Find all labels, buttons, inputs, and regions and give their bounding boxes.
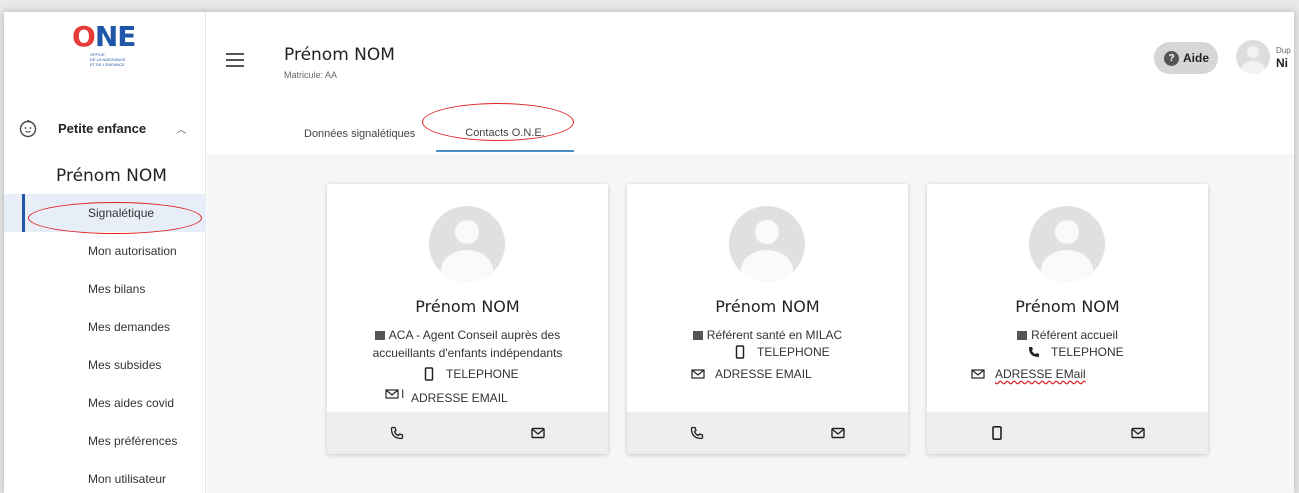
email-button[interactable] [768,412,909,454]
building-icon [692,331,703,340]
contact-email: ADRESSE EMAIL [411,391,508,405]
contact-phone-line: TELEPHONE [422,367,519,381]
user-avatar[interactable] [1236,40,1270,74]
help-label: Aide [1183,51,1210,65]
sidebar-item-aides-covid[interactable]: Mes aides covid [4,384,206,422]
page-title: Prénom NOM [284,45,395,65]
contact-role-text: ACA - Agent Conseil auprès des accueilla… [372,328,563,360]
matricule: Matricule: AA [284,70,338,80]
mail-icon [831,427,845,439]
mail-icon [531,427,545,439]
sidebar-person-name: Prénom NOM [56,166,167,186]
app-window: ONE OFFICE DE LA NAISSANCE ET DE L'ENFANCE… [4,12,1294,493]
contact-name: Prénom NOM [415,297,520,316]
mobile-icon [735,345,745,359]
contact-card: Prénom NOM Référent santé en MILAC TELEP… [627,184,908,454]
contact-role: ACA - Agent Conseil auprès des accueilla… [327,326,608,362]
sidebar-item-bilans[interactable]: Mes bilans [4,270,206,308]
sidebar-item-autorisation[interactable]: Mon autorisation [4,232,206,270]
contact-phone: TELEPHONE [1051,345,1124,359]
phone-icon [391,426,404,440]
contact-phone: TELEPHONE [757,345,830,359]
baby-icon [19,119,37,138]
logo-subtitle: OFFICE DE LA NAISSANCE ET DE L'ENFANCE [90,52,126,67]
contact-email-line: ADRESSE EMAIL [411,391,508,405]
contact-email-line: I [385,387,404,401]
user-name-bottom: Ni [1276,56,1288,70]
contact-email-line: ADRESSE EMAIL [691,367,812,381]
sidebar-item-utilisateur[interactable]: Mon utilisateur [4,460,206,493]
contact-role: Référent santé en MILAC [627,326,908,344]
one-logo[interactable]: ONE OFFICE DE LA NAISSANCE ET DE L'ENFANCE [72,22,136,74]
mobile-icon [424,367,434,381]
contact-email-line: ADRESSE EMail [971,367,1086,381]
help-button[interactable]: ? Aide [1154,42,1218,74]
contact-phone-line: TELEPHONE [1027,345,1124,359]
building-icon [374,331,385,340]
contact-phone: TELEPHONE [446,367,519,381]
contact-name: Prénom NOM [1015,297,1120,316]
tab-donnees-signaletiques[interactable]: Données signalétiques [294,116,426,152]
mail-icon [1131,427,1145,439]
contact-email-prefix: I [401,387,405,401]
contact-avatar [1029,206,1105,282]
sidebar-item-demandes[interactable]: Mes demandes [4,308,206,346]
phone-icon [1029,347,1039,357]
help-icon: ? [1164,50,1179,66]
mobile-icon [992,426,1003,440]
logo-text: ONE [72,20,136,53]
section-petite-enfance[interactable]: Petite enfance ︿ [4,114,206,142]
user-name-top: Dup [1276,46,1291,55]
mobile-button[interactable] [927,412,1068,454]
contact-card: Prénom NOM Référent accueil TELEPHONE AD… [927,184,1208,454]
annotation-circle [28,202,202,234]
contact-role-text: Référent accueil [1031,328,1118,342]
contact-name: Prénom NOM [715,297,820,316]
mail-icon [385,389,399,399]
sidebar-item-subsides[interactable]: Mes subsides [4,346,206,384]
call-button[interactable] [327,412,468,454]
contact-email: ADRESSE EMAIL [715,367,812,381]
phone-icon [691,426,704,440]
contact-avatar [729,206,805,282]
sidebar-nav: Signalétique Mon autorisation Mes bilans… [4,194,206,493]
mail-icon [971,369,985,379]
mail-icon [691,369,705,379]
contact-role: Référent accueil [927,326,1208,344]
card-actions [927,412,1208,454]
email-button[interactable] [1068,412,1209,454]
sidebar-item-preferences[interactable]: Mes préférences [4,422,206,460]
sidebar: ONE OFFICE DE LA NAISSANCE ET DE L'ENFANCE… [4,12,206,493]
chevron-up-icon[interactable]: ︿ [176,121,186,136]
contact-phone-line: TELEPHONE [733,345,830,359]
call-button[interactable] [627,412,768,454]
contact-role-text: Référent santé en MILAC [706,328,843,342]
card-actions [327,412,608,454]
menu-icon[interactable] [224,50,246,70]
contact-avatar [429,206,505,282]
annotation-circle [422,103,574,141]
section-label: Petite enfance [58,120,147,136]
email-button[interactable] [468,412,609,454]
card-actions [627,412,908,454]
building-icon [1017,331,1028,340]
contact-card: Prénom NOM ACA - Agent Conseil auprès de… [327,184,608,454]
contact-email: ADRESSE EMail [995,367,1086,381]
